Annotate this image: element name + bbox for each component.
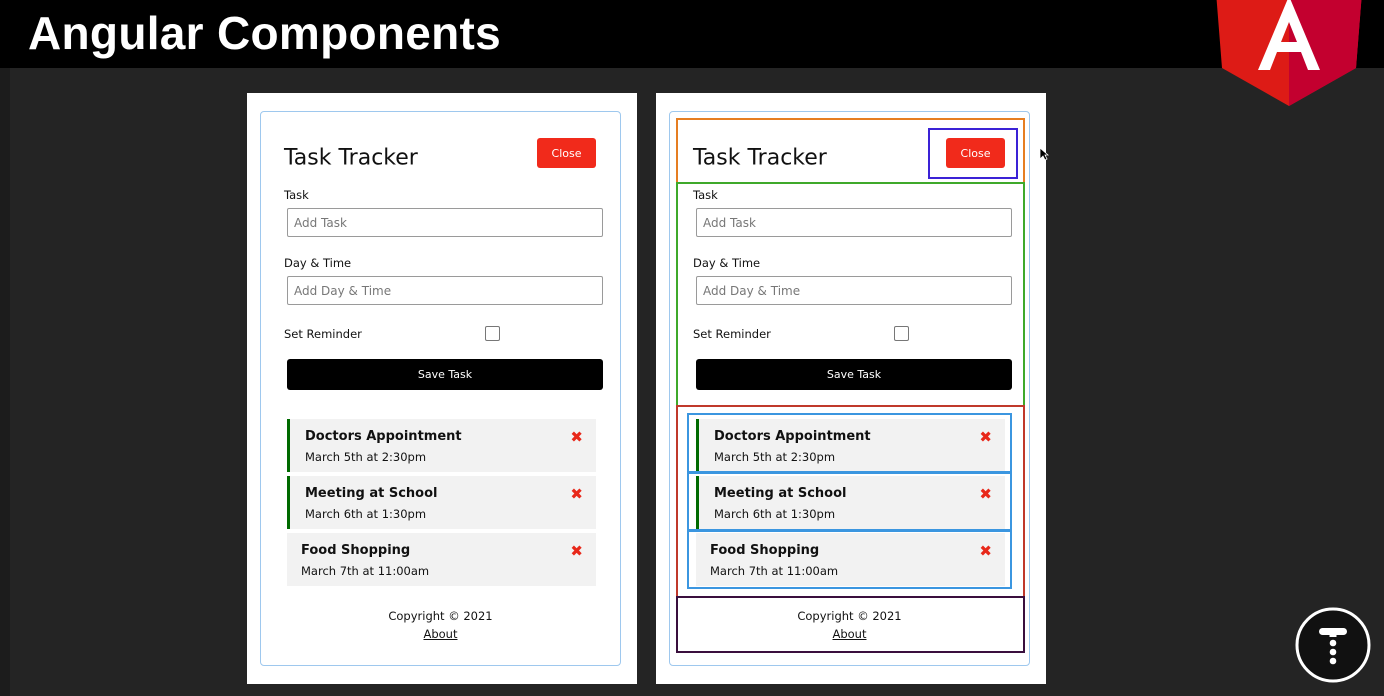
task-day: March 7th at 11:00am	[710, 564, 839, 578]
mouse-cursor-icon	[1039, 147, 1049, 161]
footer-about: About	[670, 627, 1029, 641]
slide-header: Angular Components	[0, 0, 1384, 68]
reminder-checkbox[interactable]	[894, 326, 909, 341]
reminder-label: Set Reminder	[284, 327, 362, 341]
task-item[interactable]: Doctors Appointment March 5th at 2:30pm …	[287, 419, 596, 472]
save-task-button[interactable]: Save Task	[696, 359, 1012, 390]
angular-logo-icon	[1216, 0, 1362, 106]
task-name: Food Shopping	[710, 543, 820, 558]
task-tracker-panel-plain: Task Tracker Close Task Day & Time Set R…	[247, 93, 637, 684]
daytime-label: Day & Time	[284, 256, 352, 270]
task-name: Doctors Appointment	[305, 429, 462, 444]
channel-logo-icon	[1295, 607, 1371, 683]
reminder-label: Set Reminder	[693, 327, 771, 341]
task-day: March 5th at 2:30pm	[714, 450, 836, 464]
task-item[interactable]: Meeting at School March 6th at 1:30pm ✖	[696, 476, 1005, 529]
task-name: Meeting at School	[305, 486, 438, 501]
reminder-checkbox[interactable]	[485, 326, 500, 341]
task-item[interactable]: Food Shopping March 7th at 11:00am ✖	[696, 533, 1005, 586]
delete-times-icon[interactable]: ✖	[570, 542, 583, 560]
daytime-label: Day & Time	[693, 256, 761, 270]
delete-times-icon[interactable]: ✖	[570, 485, 583, 503]
task-day: March 7th at 11:00am	[301, 564, 430, 578]
footer-about: About	[261, 627, 620, 641]
task-item[interactable]: Doctors Appointment March 5th at 2:30pm …	[696, 419, 1005, 472]
close-button[interactable]: Close	[946, 138, 1005, 168]
task-item[interactable]: Food Shopping March 7th at 11:00am ✖	[287, 533, 596, 586]
task-input[interactable]	[287, 208, 603, 237]
app-title: Task Tracker	[693, 145, 827, 171]
delete-times-icon[interactable]: ✖	[979, 428, 992, 446]
footer-copyright: Copyright © 2021	[388, 609, 493, 623]
delete-times-icon[interactable]: ✖	[979, 485, 992, 503]
save-task-button[interactable]: Save Task	[287, 359, 603, 390]
task-tracker-panel-highlighted: Task Tracker Close Task Day & Time Set R…	[656, 93, 1046, 684]
app-container: Task Tracker Close Task Day & Time Set R…	[260, 111, 621, 666]
task-day: March 6th at 1:30pm	[714, 507, 836, 521]
task-name: Doctors Appointment	[714, 429, 871, 444]
about-link[interactable]: About	[423, 627, 457, 641]
task-label: Task	[693, 188, 718, 202]
task-input[interactable]	[696, 208, 1012, 237]
footer-copyright: Copyright © 2021	[797, 609, 902, 623]
about-link[interactable]: About	[832, 627, 866, 641]
app-title: Task Tracker	[284, 145, 418, 171]
task-item[interactable]: Meeting at School March 6th at 1:30pm ✖	[287, 476, 596, 529]
task-name: Food Shopping	[301, 543, 411, 558]
task-name: Meeting at School	[714, 486, 847, 501]
task-day: March 6th at 1:30pm	[305, 507, 427, 521]
daytime-input[interactable]	[287, 276, 603, 305]
slide-title: Angular Components	[28, 7, 502, 59]
task-day: March 5th at 2:30pm	[305, 450, 427, 464]
delete-times-icon[interactable]: ✖	[570, 428, 583, 446]
close-button[interactable]: Close	[537, 138, 596, 168]
delete-times-icon[interactable]: ✖	[979, 542, 992, 560]
task-label: Task	[284, 188, 309, 202]
daytime-input[interactable]	[696, 276, 1012, 305]
app-container: Task Tracker Close Task Day & Time Set R…	[669, 111, 1030, 666]
